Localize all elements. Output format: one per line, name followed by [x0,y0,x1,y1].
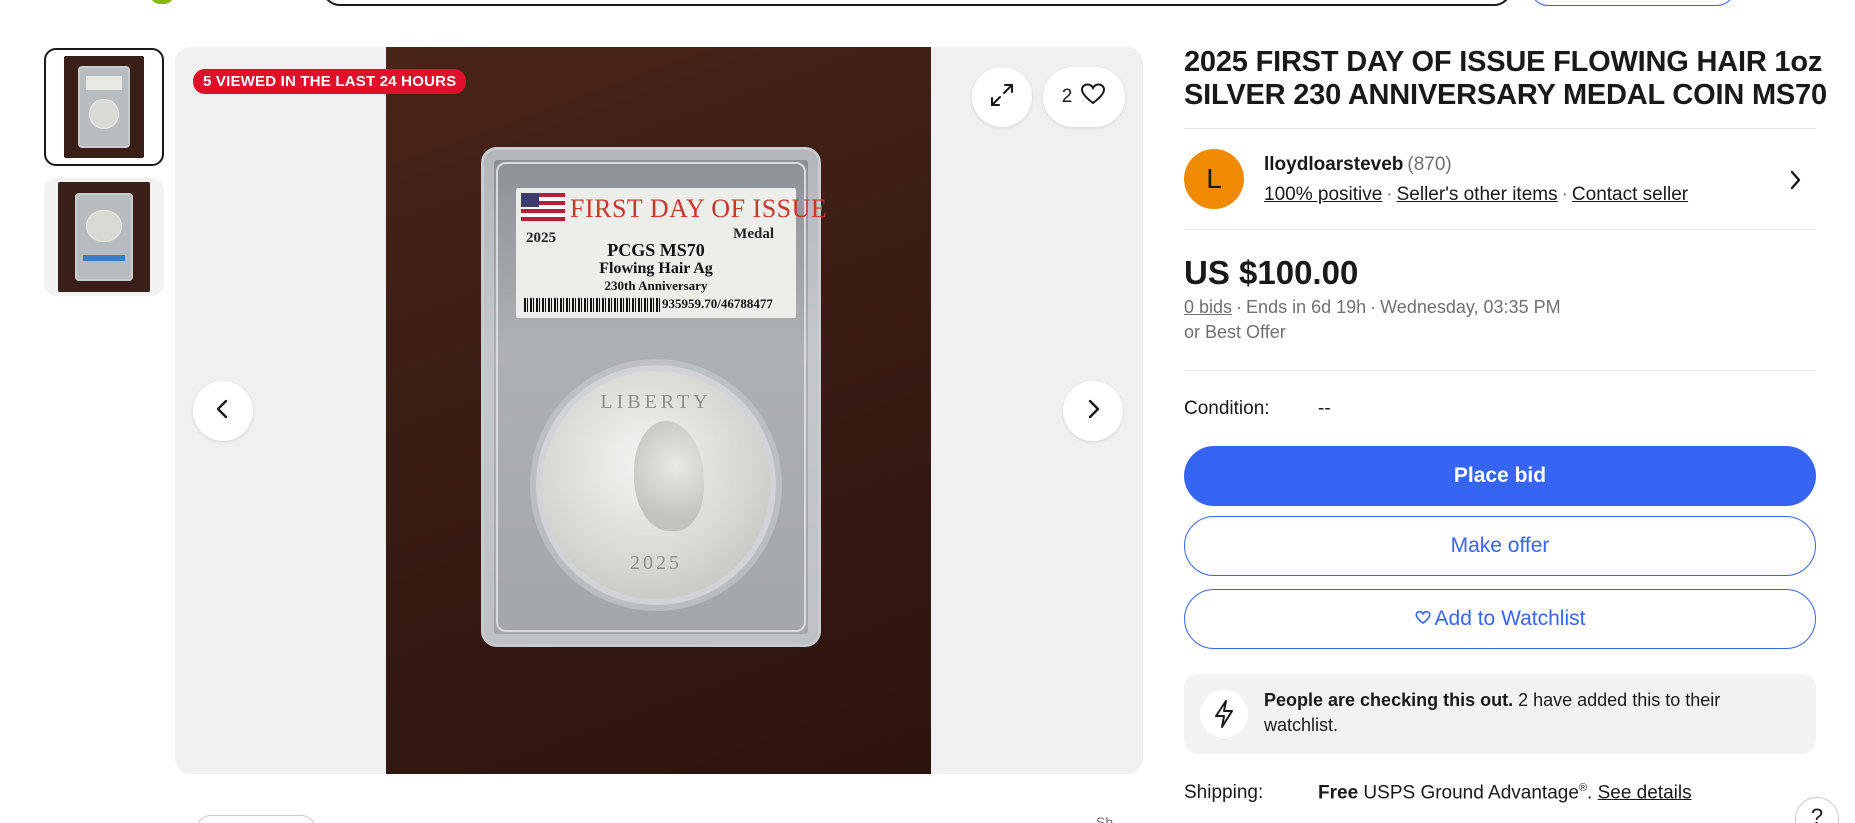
positive-feedback-link[interactable]: 100% positive [1264,184,1382,205]
heart-icon [1414,607,1431,631]
activity-alert: People are checking this out. 2 have add… [1184,674,1816,754]
shipping-value: Free USPS Ground Advantage®. See details [1318,782,1692,804]
shipping-service: USPS Ground Advantage [1363,782,1579,804]
add-to-watchlist-button[interactable]: Add to Watchlist [1184,589,1816,649]
label-line3: 230th Anniversary [604,278,708,293]
lightning-icon [1200,690,1248,738]
condition-label: Condition: [1184,398,1270,419]
chevron-right-icon [1786,170,1804,196]
thumbnail-2[interactable] [44,178,164,296]
ends-in: Ends in 6d 19h [1246,297,1367,317]
product-photo: FIRST DAY OF ISSUE 2025 Medal PCGS MS70 … [386,47,931,774]
thumbnail-image [58,182,150,292]
seller-info: lloydloarsteveb (870) [1264,154,1452,176]
divider [1184,370,1816,371]
grading-label: FIRST DAY OF ISSUE 2025 Medal PCGS MS70 … [516,188,827,318]
alert-text: People are checking this out. 2 have add… [1264,688,1784,738]
bid-info: 0 bids · Ends in 6d 19h · Wednesday, 03:35 P… [1184,297,1561,317]
label-cert: 935959.70/46788477 [662,296,773,311]
make-offer-button[interactable]: Make offer [1184,516,1816,576]
seller-other-items-link[interactable]: Seller's other items [1397,184,1558,205]
add-to-watchlist-label: Add to Watchlist [1434,607,1586,630]
coin-legend: LIBERTY [600,391,712,413]
brand-logo-fragment[interactable] [150,0,174,4]
alert-bold: People are checking this out. [1264,690,1514,710]
divider [1184,229,1816,230]
label-grade: PCGS MS70 [607,240,705,260]
listing-title: 2025 FIRST DAY OF ISSUE FLOWING HAIR 1oz… [1184,46,1827,111]
chevron-right-icon [1083,398,1103,425]
flag-icon [521,193,565,221]
heart-icon [1080,82,1106,112]
viewed-badge: 5 VIEWED IN THE LAST 24 HOURS [193,69,467,94]
label-line2: Flowing Hair Ag [599,260,713,277]
end-time: Wednesday, 03:35 PM [1380,297,1561,317]
place-bid-button[interactable]: Place bid [1184,446,1816,506]
below-image-button[interactable] [196,815,316,823]
label-title: FIRST DAY OF ISSUE [570,194,828,223]
liberty-portrait [634,421,704,531]
divider [1184,128,1816,129]
contact-seller-link[interactable]: Contact seller [1572,184,1688,205]
barcode [524,298,660,312]
header-button[interactable] [1530,0,1735,6]
seller-feedback-count: (870) [1407,154,1452,175]
shipping-free: Free [1318,782,1359,804]
coin: LIBERTY 2025 [536,365,776,605]
see-details-link[interactable]: See details [1598,782,1692,803]
search-bar[interactable] [322,0,1512,6]
chevron-left-icon [213,398,233,425]
watch-count: 2 [1061,86,1073,107]
bids-link[interactable]: 0 bids [1184,297,1232,317]
next-image-button[interactable] [1063,381,1123,441]
seller-avatar[interactable]: L [1184,149,1244,209]
condition-value: -- [1318,398,1331,419]
seller-details-button[interactable] [1786,168,1804,197]
coin-slab: FIRST DAY OF ISSUE 2025 Medal PCGS MS70 … [481,147,827,647]
seller-links: 100% positive · Seller's other items · Conta… [1264,184,1689,205]
coin-year: 2025 [630,552,682,574]
share-label[interactable]: Sh [1096,814,1113,823]
watch-count-button[interactable]: 2 [1043,67,1125,127]
thumbnail-image [64,56,144,158]
main-image-viewer[interactable]: FIRST DAY OF ISSUE 2025 Medal PCGS MS70 … [175,47,1143,774]
best-offer-text: or Best Offer [1184,322,1286,342]
shipping-label: Shipping: [1184,782,1264,803]
price: US $100.00 [1184,254,1359,291]
expand-button[interactable] [972,67,1032,127]
expand-icon [988,81,1016,114]
help-button[interactable]: ? [1795,797,1839,823]
seller-name[interactable]: lloydloarsteveb [1264,154,1403,175]
thumbnail-1[interactable] [44,48,164,166]
previous-image-button[interactable] [193,381,253,441]
